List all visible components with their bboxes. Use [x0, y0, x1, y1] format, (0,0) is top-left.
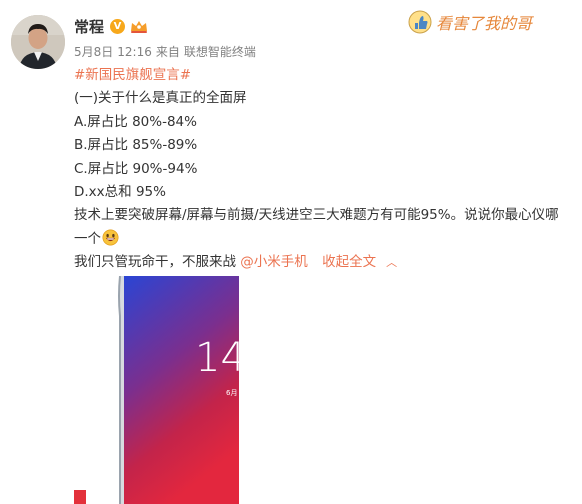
lockscreen-date: 6月: [226, 389, 237, 397]
post-line: B.屏占比 85%-89%: [74, 137, 198, 154]
user-avatar-icon: [11, 15, 65, 69]
badge-text: 看害了我的哥: [436, 14, 534, 33]
post-date[interactable]: 5月8日: [74, 45, 113, 59]
hashtag-link[interactable]: #新国民旗舰宣言#: [74, 67, 191, 83]
post-line: (一)关于什么是真正的全面屏: [74, 90, 247, 107]
post-line: A.屏占比 80%-84%: [74, 113, 197, 130]
post-content: #新国民旗舰宣言# (一)关于什么是真正的全面屏 A.屏占比 80%-84% B…: [74, 64, 574, 275]
author-name[interactable]: 常程: [74, 16, 104, 37]
card-decoration-badge[interactable]: 看害了我的哥: [404, 6, 574, 38]
lockscreen-clock: 14: [195, 335, 239, 381]
avatar[interactable]: [11, 15, 65, 69]
post-meta: 5月8日 12:16 来自 联想智能终端: [74, 43, 260, 60]
post-line: D.xx总和 95%: [74, 184, 166, 201]
mention-link[interactable]: @小米手机: [240, 254, 308, 270]
chevron-up-icon[interactable]: ︿: [386, 256, 397, 269]
post-line: 技术上要突破屏幕/屏幕与前摄/天线进空三大难题方有可能95%。说说你最心仪哪: [74, 207, 559, 224]
collapse-button[interactable]: 收起全文: [322, 254, 376, 270]
crown-vip-icon[interactable]: [129, 18, 149, 34]
post-source[interactable]: 联想智能终端: [184, 45, 256, 59]
post-photo[interactable]: 14 6月: [74, 276, 239, 504]
post-time[interactable]: 12:16: [117, 45, 152, 59]
source-prefix: 来自: [155, 45, 180, 59]
phone-screen-image: 14 6月: [74, 276, 239, 504]
post-line: 我们只管玩命干，不服来战: [74, 254, 236, 271]
author-line: 常程 V: [74, 15, 149, 37]
post-line: 一个: [74, 230, 101, 247]
grinning-face-emoji-icon: [102, 229, 119, 246]
post-line: C.屏占比 90%-94%: [74, 160, 198, 177]
thumbs-up-icon: 看害了我的哥: [408, 10, 534, 34]
verified-badge-icon[interactable]: V: [110, 18, 126, 34]
